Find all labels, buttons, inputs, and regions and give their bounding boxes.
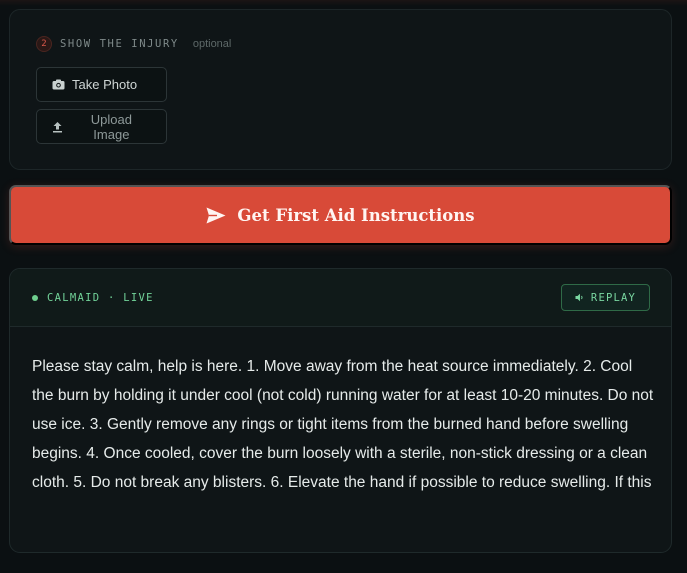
live-status-dot: [32, 295, 38, 301]
get-first-aid-button[interactable]: Get First Aid Instructions: [9, 185, 672, 245]
first-aid-instructions-text: Please stay calm, help is here. 1. Move …: [32, 358, 654, 491]
take-photo-label: Take Photo: [72, 77, 138, 92]
step-title: SHOW THE INJURY: [60, 38, 179, 50]
upload-arrow-icon: [52, 121, 65, 133]
live-indicator: CALMAID · LIVE: [32, 292, 154, 304]
page: 2 SHOW THE INJURY optional Take Photo Up…: [0, 0, 687, 573]
source-label: CALMAID · LIVE: [47, 292, 154, 304]
take-photo-button[interactable]: Take Photo: [36, 67, 167, 102]
response-header: CALMAID · LIVE REPLAY: [10, 269, 671, 327]
response-card: CALMAID · LIVE REPLAY Please stay calm, …: [9, 268, 672, 553]
upload-image-label: Upload Image: [90, 111, 132, 142]
step-header: 2 SHOW THE INJURY optional: [36, 36, 231, 52]
camera-icon: [52, 79, 65, 91]
optional-label: optional: [192, 38, 232, 50]
injury-photo-card: 2 SHOW THE INJURY optional Take Photo Up…: [9, 9, 672, 170]
replay-button[interactable]: REPLAY: [561, 284, 650, 311]
get-first-aid-label: Get First Aid Instructions: [237, 205, 475, 225]
speaker-icon: [575, 293, 584, 302]
step-number-badge: 2: [36, 36, 52, 52]
send-icon: [206, 207, 226, 224]
upload-image-button[interactable]: Upload Image: [36, 109, 167, 144]
replay-label: REPLAY: [590, 291, 637, 304]
